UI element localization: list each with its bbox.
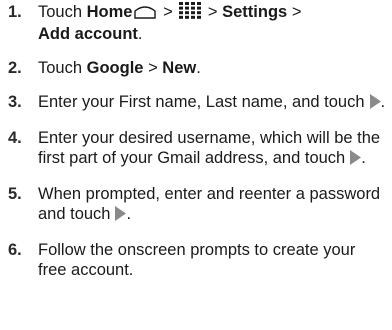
step-1: 1. Touch Home > > Settings > Add account… (0, 2, 392, 44)
add-account-label: Add account (38, 25, 138, 43)
separator: > (207, 3, 218, 21)
instruction-steps: 1. Touch Home > > Settings > Add account… (0, 0, 392, 294)
google-label: Google (86, 59, 144, 77)
separator: > (291, 3, 302, 21)
step-3: 3. Enter your First name, Last name, and… (0, 92, 392, 114)
separator: > (163, 3, 173, 21)
step-text: Touch (38, 59, 83, 77)
step-number: 1. (8, 3, 22, 21)
period: . (380, 93, 386, 111)
step-text: Enter your desired username, which will … (38, 129, 381, 167)
step-text: Enter your First name, Last name, and to… (38, 93, 365, 111)
new-label: New (162, 59, 197, 77)
step-4: 4. Enter your desired username, which wi… (0, 128, 392, 170)
next-arrow-icon (115, 206, 127, 226)
separator: > (148, 59, 158, 77)
next-arrow-icon (350, 150, 362, 170)
period: . (361, 149, 366, 167)
next-arrow-icon (369, 94, 381, 114)
step-2: 2. Touch Google > New. (0, 58, 392, 78)
step-6: 6. Follow the onscreen prompts to create… (0, 240, 392, 280)
period: . (126, 205, 132, 223)
period: . (196, 59, 201, 77)
step-number: 6. (8, 241, 22, 259)
home-label: Home (86, 3, 133, 21)
step-number: 5. (8, 185, 22, 203)
period: . (137, 25, 143, 43)
step-number: 2. (8, 59, 22, 77)
step-number: 3. (8, 93, 22, 111)
apps-grid-icon (179, 2, 202, 24)
step-text: Touch (38, 3, 83, 21)
home-icon (134, 4, 157, 24)
step-5: 5. When prompted, enter and reenter a pa… (0, 184, 392, 226)
step-text: When prompted, enter and reenter a passw… (38, 185, 381, 223)
step-number: 4. (8, 129, 22, 147)
settings-label: Settings (222, 3, 288, 21)
step-text: Follow the onscreen prompts to create yo… (38, 241, 356, 279)
